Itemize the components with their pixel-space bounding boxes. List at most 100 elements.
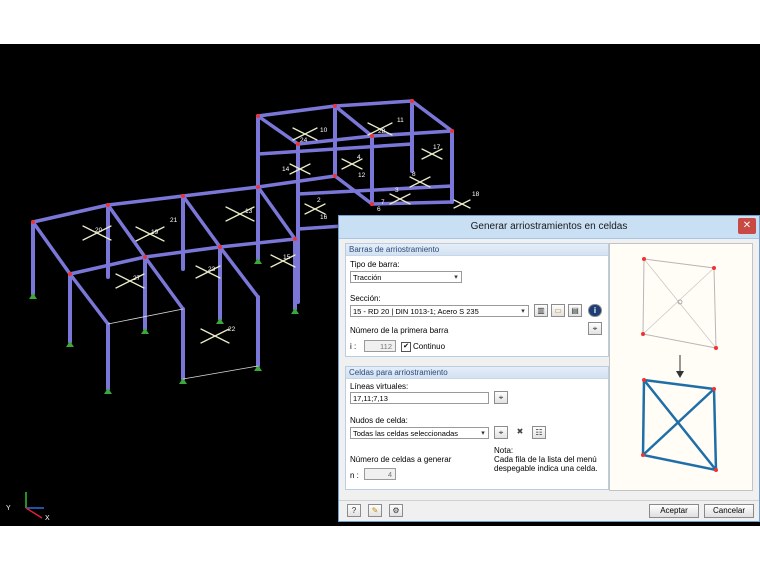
member-number-label: 12 xyxy=(358,172,366,179)
pick-lines-button[interactable]: ⌖ xyxy=(494,391,508,404)
support-icon[interactable] xyxy=(141,328,149,334)
section-select[interactable]: 15 - RD 20 | DIN 1013-1; Acero S 235 ▾ xyxy=(350,305,529,317)
pick-nodes-button[interactable]: ⌖ xyxy=(494,426,508,439)
delete-button[interactable]: ✖ xyxy=(513,426,527,439)
model-node[interactable] xyxy=(218,245,222,249)
member-number-label: 20 xyxy=(95,227,103,234)
continuous-checkbox[interactable]: ✔ xyxy=(401,342,411,352)
check-button[interactable]: ✎ xyxy=(368,504,382,517)
settings-icon: ⚙ xyxy=(392,506,400,515)
model-node[interactable] xyxy=(370,202,374,206)
beam-member[interactable] xyxy=(31,203,110,224)
first-member-input[interactable]: 112 xyxy=(364,340,396,352)
dialog-titlebar[interactable]: Generar arriostramientos en celdas ✕ xyxy=(339,216,759,239)
beam-member[interactable] xyxy=(296,184,454,196)
model-node[interactable] xyxy=(106,203,110,207)
axis-y-label: Y xyxy=(6,505,11,512)
virtual-line[interactable] xyxy=(182,365,259,380)
ok-button[interactable]: Aceptar xyxy=(649,504,699,518)
info-button[interactable]: i xyxy=(588,304,602,317)
dialog-footer: ? ✎ ⚙ Aceptar Cancelar xyxy=(339,500,759,521)
pick-lines-icon: ⌖ xyxy=(498,393,504,402)
note-text: Cada fila de la lista del menú despegabl… xyxy=(494,455,598,473)
support-icon[interactable] xyxy=(29,293,37,299)
cell-count-input[interactable]: 4 xyxy=(364,468,396,480)
beam-member[interactable] xyxy=(181,185,260,198)
model-node[interactable] xyxy=(410,99,414,103)
support-icon[interactable] xyxy=(104,388,112,394)
help-button[interactable]: ? xyxy=(347,504,361,517)
model-node[interactable] xyxy=(293,237,297,241)
beam-member[interactable] xyxy=(106,194,185,207)
list-button[interactable]: ☷ xyxy=(532,426,546,439)
model-node[interactable] xyxy=(333,104,337,108)
beam-member[interactable] xyxy=(410,99,454,133)
member-number-label: 4 xyxy=(357,154,361,161)
model-node[interactable] xyxy=(256,114,260,118)
beam-member[interactable] xyxy=(143,255,185,311)
support-icon[interactable] xyxy=(254,258,262,264)
member-number-label: 2 xyxy=(317,197,321,204)
model-node[interactable] xyxy=(181,194,185,198)
beam-member[interactable] xyxy=(218,245,260,299)
beam-member[interactable] xyxy=(181,194,222,249)
member-number-label: 13 xyxy=(245,208,253,215)
cell-nodes-select[interactable]: Todas las celdas seleccionadas ▾ xyxy=(350,427,489,439)
model-node[interactable] xyxy=(68,272,72,276)
bracing-preview xyxy=(609,243,753,491)
edit-section-icon: ▤ xyxy=(571,306,579,315)
model-node[interactable] xyxy=(31,220,35,224)
pick-member-button[interactable]: ⌖ xyxy=(588,322,602,335)
member-number-label: 16 xyxy=(320,214,328,221)
bracing-members-group: Barras de arriostramiento Tipo de barra:… xyxy=(345,243,609,357)
new-section-icon: ▭ xyxy=(554,306,562,315)
member-number-label: 24 xyxy=(300,137,308,144)
library-button[interactable]: ▥ xyxy=(534,304,548,317)
first-member-label: Número de la primera barra xyxy=(350,326,449,335)
member-number-label: 18 xyxy=(472,191,480,198)
virtual-lines-label: Líneas virtuales: xyxy=(350,382,409,391)
support-icon[interactable] xyxy=(66,341,74,347)
delete-icon: ✖ xyxy=(516,427,524,436)
beam-member[interactable] xyxy=(31,220,72,276)
note-title: Nota: xyxy=(494,446,514,455)
bracing-preview-diagram xyxy=(641,257,718,472)
settings-button[interactable]: ⚙ xyxy=(389,504,403,517)
member-number-label: 23 xyxy=(208,266,216,273)
member-type-select[interactable]: Tracción ▾ xyxy=(350,271,462,283)
beam-member[interactable] xyxy=(333,99,414,108)
beam-member[interactable] xyxy=(256,185,297,241)
member-number-label: 22 xyxy=(228,326,236,333)
beam-member[interactable] xyxy=(256,114,300,146)
chevron-down-icon: ▾ xyxy=(481,430,485,437)
model-node[interactable] xyxy=(333,174,337,178)
virtual-lines-input[interactable]: 17,11;7,13 xyxy=(350,392,489,404)
member-number-label: 10 xyxy=(320,127,328,134)
beam-member[interactable] xyxy=(106,203,147,259)
new-section-button[interactable]: ▭ xyxy=(551,304,565,317)
member-number-label: 27 xyxy=(133,275,141,282)
generate-bracing-dialog[interactable]: Generar arriostramientos en celdas ✕ Bar… xyxy=(338,215,760,522)
support-icon[interactable] xyxy=(216,318,224,324)
beam-member[interactable] xyxy=(333,104,374,138)
beam-member[interactable] xyxy=(68,272,110,326)
check-icon: ✎ xyxy=(371,506,379,515)
support-icon[interactable] xyxy=(291,308,299,314)
group-header: Barras de arriostramiento xyxy=(346,244,608,256)
model-node[interactable] xyxy=(256,185,260,189)
model-node[interactable] xyxy=(450,129,454,133)
section-label: Sección: xyxy=(350,294,381,303)
pick-member-icon: ⌖ xyxy=(592,324,598,333)
member-number-label: 7 xyxy=(381,199,385,206)
chevron-down-icon: ▾ xyxy=(521,308,525,315)
axis-x-label: X xyxy=(45,515,50,522)
library-icon: ▥ xyxy=(537,306,545,315)
model-node[interactable] xyxy=(143,255,147,259)
cancel-button[interactable]: Cancelar xyxy=(704,504,754,518)
cell-nodes-label: Nudos de celda: xyxy=(350,416,408,425)
member-type-label: Tipo de barra: xyxy=(350,260,400,269)
model-node[interactable] xyxy=(370,134,374,138)
beam-member[interactable] xyxy=(256,104,337,118)
edit-section-button[interactable]: ▤ xyxy=(568,304,582,317)
close-button[interactable]: ✕ xyxy=(738,218,756,234)
